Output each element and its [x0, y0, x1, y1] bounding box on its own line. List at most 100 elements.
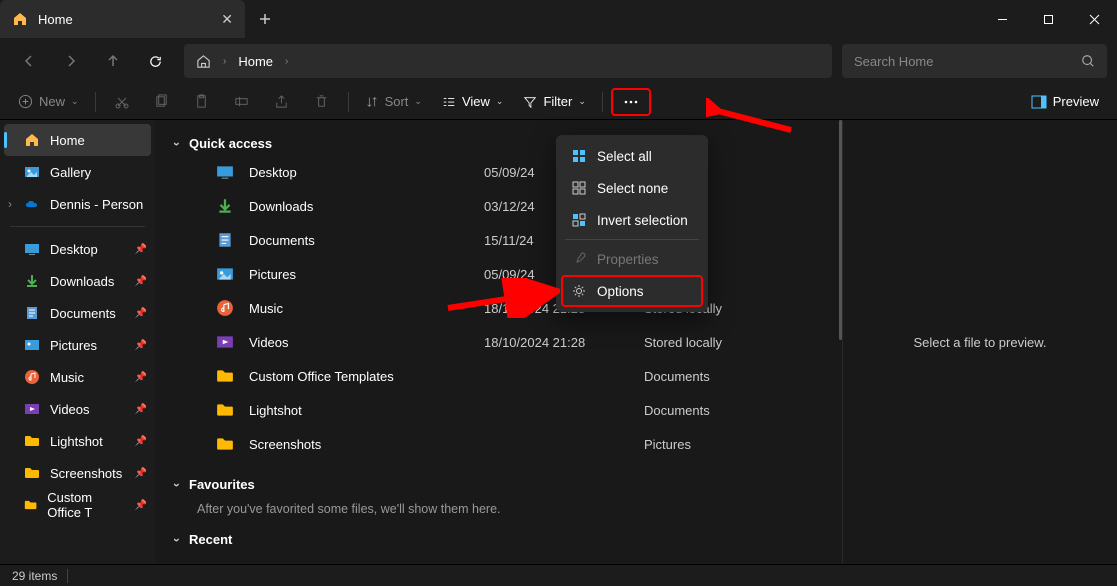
menu-properties: Properties	[561, 243, 703, 275]
music-icon	[215, 298, 235, 318]
chevron-down-icon: ⌄	[71, 96, 79, 107]
folder-icon	[215, 366, 235, 386]
close-tab-icon[interactable]: ✕	[221, 11, 233, 28]
file-name: Downloads	[249, 199, 484, 214]
menu-select-none[interactable]: Select none	[561, 172, 703, 204]
sort-button[interactable]: Sort ⌄	[357, 88, 430, 116]
minimize-button[interactable]	[979, 0, 1025, 38]
chevron-right-icon: ›	[285, 56, 288, 67]
divider	[95, 92, 96, 112]
pin-icon: 📌	[135, 468, 147, 479]
menu-label: Properties	[597, 252, 659, 267]
menu-invert-selection[interactable]: Invert selection	[561, 204, 703, 236]
toolbar: New ⌄ Sort ⌄ View ⌄ Filter ⌄ Preview	[0, 84, 1117, 120]
refresh-button[interactable]	[136, 45, 174, 77]
tab-home[interactable]: Home ✕	[0, 0, 245, 38]
menu-label: Options	[597, 284, 644, 299]
sidebar-item-documents[interactable]: Documents📌	[0, 297, 155, 329]
pin-icon: 📌	[135, 404, 147, 415]
folder-icon	[215, 400, 235, 420]
sidebar-label: Home	[50, 133, 85, 148]
file-name: Videos	[249, 335, 484, 350]
file-row[interactable]: Documents15/11/24locally	[155, 223, 842, 257]
up-button[interactable]	[94, 45, 132, 77]
file-name: Screenshots	[249, 437, 484, 452]
divider	[565, 239, 699, 240]
menu-select-all[interactable]: Select all	[561, 140, 703, 172]
file-name: Desktop	[249, 165, 484, 180]
sidebar-item-lightshot[interactable]: Lightshot📌	[0, 425, 155, 457]
item-count: 29 items	[12, 569, 57, 583]
sidebar-item-pictures[interactable]: Pictures📌	[0, 329, 155, 361]
file-row[interactable]: Videos18/10/2024 21:28Stored locally	[155, 325, 842, 359]
sidebar-label: Pictures	[50, 338, 97, 353]
pin-icon: 📌	[135, 500, 147, 511]
folder-icon	[215, 434, 235, 454]
preview-pane: Select a file to preview.	[842, 120, 1117, 564]
sidebar-item-custom-office-t[interactable]: Custom Office T📌	[0, 489, 155, 521]
sidebar-item-screenshots[interactable]: Screenshots 📌	[0, 457, 155, 489]
documents-icon	[215, 230, 235, 250]
preview-label: Preview	[1053, 94, 1099, 109]
copy-button	[144, 88, 180, 116]
scrollbar[interactable]	[839, 120, 842, 340]
address-bar[interactable]: › Home ›	[184, 44, 832, 78]
file-row[interactable]: Desktop05/09/24locally	[155, 155, 842, 189]
sidebar-item-videos[interactable]: Videos📌	[0, 393, 155, 425]
section-label: Quick access	[189, 136, 272, 151]
section-label: Favourites	[189, 477, 255, 492]
forward-button[interactable]	[52, 45, 90, 77]
view-label: View	[462, 94, 490, 109]
back-button[interactable]	[10, 45, 48, 77]
close-button[interactable]	[1071, 0, 1117, 38]
sidebar-item-downloads[interactable]: Downloads📌	[0, 265, 155, 297]
search-placeholder: Search Home	[854, 54, 933, 69]
section-quick-access[interactable]: › Quick access	[155, 132, 842, 155]
file-row[interactable]: Pictures05/09/24locally	[155, 257, 842, 291]
filter-label: Filter	[543, 94, 572, 109]
sidebar-label: Desktop	[50, 242, 98, 257]
status-bar: 29 items	[0, 564, 1117, 586]
more-button[interactable]	[611, 88, 651, 116]
pin-icon: 📌	[135, 244, 147, 255]
preview-toggle[interactable]: Preview	[1023, 88, 1107, 116]
nav-bar: › Home › Search Home	[0, 38, 1117, 84]
menu-options[interactable]: Options	[561, 275, 703, 307]
file-status: Stored locally	[644, 335, 722, 350]
file-name: Lightshot	[249, 403, 484, 418]
file-row[interactable]: LightshotDocuments	[155, 393, 842, 427]
new-tab-button[interactable]	[245, 0, 285, 38]
divider	[602, 92, 603, 112]
sidebar: Home Gallery Dennis - Person Desktop 📌 Dow…	[0, 120, 155, 564]
file-row[interactable]: ScreenshotsPictures	[155, 427, 842, 461]
file-row[interactable]: Downloads03/12/24locally	[155, 189, 842, 223]
sidebar-item-onedrive[interactable]: Dennis - Person	[0, 188, 155, 220]
pictures-icon	[215, 264, 235, 284]
menu-label: Select all	[597, 149, 652, 164]
file-row[interactable]: Custom Office TemplatesDocuments	[155, 359, 842, 393]
search-input[interactable]: Search Home	[842, 44, 1107, 78]
divider	[10, 226, 145, 227]
home-icon	[196, 54, 211, 69]
chevron-right-icon: ›	[223, 56, 226, 67]
search-icon	[1081, 54, 1095, 68]
sidebar-label: Screenshots	[50, 466, 122, 481]
sidebar-item-home[interactable]: Home	[4, 124, 151, 156]
file-name: Documents	[249, 233, 484, 248]
section-recent[interactable]: › Recent	[155, 528, 842, 551]
section-favourites[interactable]: › Favourites	[155, 473, 842, 496]
filter-button[interactable]: Filter ⌄	[515, 88, 593, 116]
sidebar-item-music[interactable]: Music 📌	[0, 361, 155, 393]
file-row[interactable]: Music18/10/2024 21:28Stored locally	[155, 291, 842, 325]
maximize-button[interactable]	[1025, 0, 1071, 38]
sidebar-item-gallery[interactable]: Gallery	[0, 156, 155, 188]
sidebar-label: Music	[50, 370, 84, 385]
new-button[interactable]: New ⌄	[10, 88, 87, 116]
title-bar: Home ✕	[0, 0, 1117, 38]
divider	[348, 92, 349, 112]
view-button[interactable]: View ⌄	[434, 88, 512, 116]
breadcrumb-home[interactable]: Home	[238, 54, 273, 69]
pin-icon: 📌	[135, 372, 147, 383]
chevron-down-icon: ›	[170, 538, 184, 542]
sidebar-item-desktop[interactable]: Desktop 📌	[0, 233, 155, 265]
